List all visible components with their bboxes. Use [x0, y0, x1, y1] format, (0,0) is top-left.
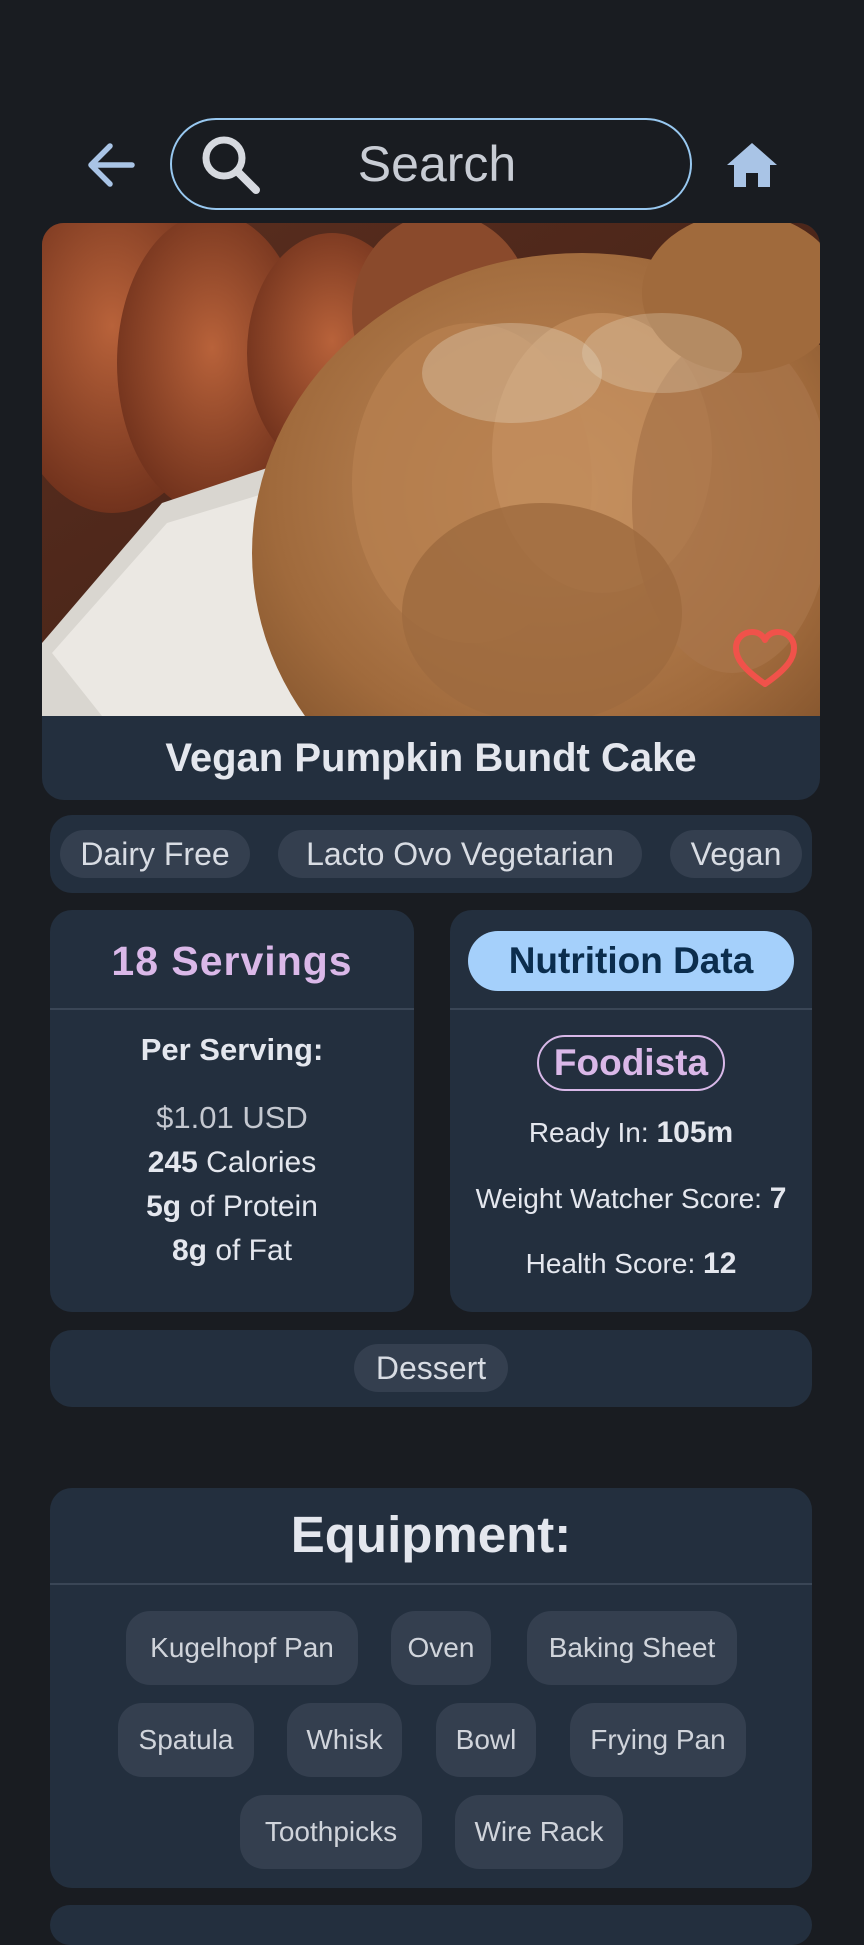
dish-type-row: Dessert — [50, 1330, 812, 1407]
divider — [450, 1008, 812, 1010]
equipment-chip[interactable]: Spatula — [118, 1703, 254, 1777]
equipment-chip[interactable]: Oven — [391, 1611, 491, 1685]
recipe-image — [42, 223, 820, 716]
equipment-chip[interactable]: Wire Rack — [455, 1795, 623, 1869]
per-serving-label: Per Serving: — [140, 1032, 324, 1067]
calories-stat: 245 Calories — [147, 1146, 317, 1179]
protein-stat: 5g of Protein — [146, 1190, 318, 1223]
equipment-chip[interactable]: Baking Sheet — [527, 1611, 737, 1685]
back-button[interactable] — [82, 136, 140, 194]
search-bar[interactable] — [170, 118, 692, 210]
equipment-chip[interactable]: Whisk — [287, 1703, 402, 1777]
price-per-serving: $1.01 USD — [156, 1100, 308, 1135]
top-bar — [0, 118, 864, 212]
divider — [50, 1583, 812, 1585]
search-input[interactable] — [282, 120, 592, 208]
equipment-title: Equipment: — [290, 1506, 572, 1563]
equipment-chip[interactable]: Frying Pan — [570, 1703, 746, 1777]
diet-chip-row: Dairy Free Lacto Ovo Vegetarian Vegan — [50, 815, 812, 893]
diet-chip[interactable]: Vegan — [670, 830, 802, 878]
equipment-panel: Equipment: Kugelhopf Pan Oven Baking She… — [50, 1488, 812, 1888]
home-icon — [727, 143, 777, 187]
search-icon[interactable] — [200, 134, 262, 196]
equipment-chip[interactable]: Bowl — [436, 1703, 536, 1777]
home-button[interactable] — [720, 136, 784, 194]
weight-watcher-score: Weight Watcher Score: 7 — [475, 1182, 787, 1215]
diet-chip[interactable]: Lacto Ovo Vegetarian — [278, 830, 642, 878]
recipe-hero-card: Vegan Pumpkin Bundt Cake — [42, 223, 820, 800]
fat-stat: 8g of Fat — [171, 1234, 293, 1267]
nutrition-data-button[interactable]: Nutrition Data — [468, 931, 794, 991]
diet-chip[interactable]: Dairy Free — [60, 830, 250, 878]
divider — [50, 1008, 414, 1010]
next-section-panel — [50, 1905, 812, 1945]
heart-outline-icon[interactable] — [732, 628, 798, 690]
nutrition-panel: Nutrition Data Foodista Ready In: 105m W… — [450, 910, 812, 1312]
source-badge[interactable]: Foodista — [537, 1035, 725, 1091]
equipment-chip[interactable]: Kugelhopf Pan — [126, 1611, 358, 1685]
servings-count: 18 Servings — [111, 938, 353, 984]
servings-panel: 18 Servings Per Serving: $1.01 USD 245 C… — [50, 910, 414, 1312]
arrow-left-icon — [88, 143, 135, 187]
equipment-chip[interactable]: Toothpicks — [240, 1795, 422, 1869]
recipe-title: Vegan Pumpkin Bundt Cake — [165, 736, 697, 780]
health-score: Health Score: 12 — [525, 1247, 737, 1280]
dish-type-chip[interactable]: Dessert — [354, 1344, 508, 1392]
ready-in-stat: Ready In: 105m — [528, 1116, 734, 1149]
